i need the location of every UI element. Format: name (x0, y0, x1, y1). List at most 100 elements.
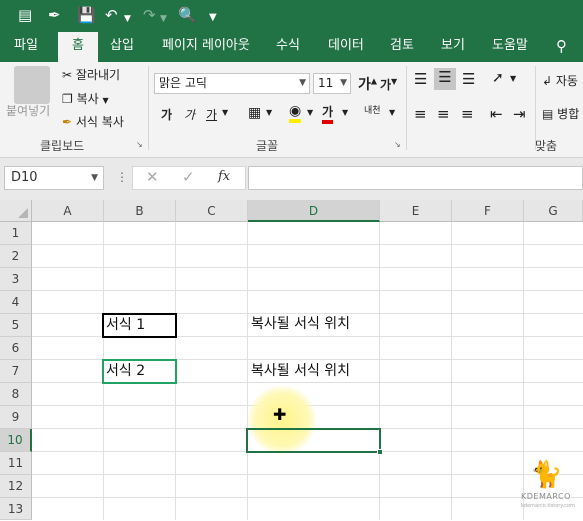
cell-b7[interactable]: 서식 2 (102, 359, 177, 384)
clipboard-group-label: 클립보드 (40, 139, 85, 153)
sheet-icon[interactable]: ▤ (18, 5, 32, 25)
print-preview-icon[interactable]: 🔍 (178, 5, 197, 25)
alignment-group-label: 맞춤 (535, 139, 558, 153)
row-header-1[interactable]: 1 (0, 222, 32, 245)
row-header-6[interactable]: 6 (0, 337, 32, 360)
select-all-corner[interactable] (0, 200, 32, 222)
grow-font-button[interactable]: 가▲ (358, 74, 377, 94)
customize-icon[interactable]: ▼ (209, 8, 217, 28)
cancel-icon[interactable]: ✕ (146, 168, 159, 186)
row-header-13[interactable]: 13 (0, 498, 32, 520)
active-cell-d10[interactable] (246, 428, 381, 453)
row-header-5[interactable]: 5 (0, 314, 32, 337)
cell-b5[interactable]: 서식 1 (102, 313, 177, 338)
redo-dropdown-icon[interactable]: ▼ (160, 9, 167, 29)
dialog-launcher-icon[interactable]: ↘ (136, 140, 143, 149)
watermark-url: kdemarco.tistory.com (521, 503, 575, 509)
formula-input[interactable] (248, 166, 583, 190)
font-size-select[interactable]: 11 ▼ (313, 73, 351, 94)
chevron-down-icon[interactable]: ▼ (222, 108, 228, 117)
underline-button[interactable]: 가 (206, 106, 217, 123)
tab-insert[interactable]: 삽입 (110, 32, 134, 62)
column-header-f[interactable]: F (452, 200, 524, 222)
increase-indent-icon[interactable]: ⇥ (513, 105, 526, 123)
column-header-a[interactable]: A (32, 200, 104, 222)
tab-data[interactable]: 데이터 (328, 32, 364, 62)
row-header-4[interactable]: 4 (0, 291, 32, 314)
copy-button[interactable]: ❐ 복사 ▼ (62, 90, 109, 107)
font-group-label: 글꼴 (256, 139, 279, 153)
insert-function-button[interactable]: fx (218, 169, 230, 184)
enter-icon[interactable]: ✓ (182, 168, 195, 186)
tab-file[interactable]: 파일 (14, 32, 38, 62)
orientation-icon[interactable]: ➚ (492, 70, 504, 86)
italic-button[interactable]: 가 (184, 106, 195, 123)
ribbon-tabs: 파일 홈 삽입 페이지 레이아웃 수식 데이터 검토 보기 도움말 ⚲ (0, 32, 583, 62)
cell-b5-text: 서식 1 (106, 317, 146, 333)
row-header-11[interactable]: 11 (0, 452, 32, 475)
merge-button[interactable]: ▤ 병합 (542, 105, 579, 122)
quick-access-toolbar: ▤ ✒ 💾 ↶ ▼ ↷ ▼ 🔍 ▼ (0, 0, 583, 32)
undo-icon[interactable]: ↶ (105, 5, 118, 25)
copy-label: 복사 (76, 92, 99, 106)
save-icon[interactable]: 💾 (77, 5, 96, 25)
row-header-2[interactable]: 2 (0, 245, 32, 268)
row-header-12[interactable]: 12 (0, 475, 32, 498)
name-box[interactable]: D10 ▼ (4, 166, 104, 190)
decrease-indent-icon[interactable]: ⇤ (490, 105, 503, 123)
row-header-3[interactable]: 3 (0, 268, 32, 291)
tab-formulas[interactable]: 수식 (276, 32, 300, 62)
worksheet-grid[interactable]: A B C D E F G 1 2 3 4 5 6 7 8 9 10 11 12… (0, 200, 583, 520)
bold-button[interactable]: 가 (161, 106, 172, 123)
tab-page-layout[interactable]: 페이지 레이아웃 (162, 32, 250, 62)
column-header-b[interactable]: B (104, 200, 176, 222)
lightbulb-icon[interactable]: ⚲ (556, 32, 567, 62)
paste-icon[interactable] (14, 66, 50, 104)
more-options-icon[interactable]: ⋮ (116, 170, 128, 184)
group-divider (406, 66, 407, 150)
redo-icon[interactable]: ↷ (143, 5, 156, 25)
align-middle-icon[interactable]: ☰ (434, 68, 456, 90)
row-header-7[interactable]: 7 (0, 360, 32, 383)
column-header-c[interactable]: C (176, 200, 248, 222)
cut-button[interactable]: ✂ 잘라내기 (62, 66, 120, 83)
chevron-down-icon[interactable]: ▼ (510, 74, 516, 83)
border-icon[interactable]: ▦ (248, 105, 261, 121)
fill-color-icon[interactable]: ◉ (289, 103, 302, 123)
gridline (32, 244, 583, 245)
align-top-icon[interactable]: ☰ (414, 70, 427, 88)
align-bottom-icon[interactable]: ☰ (462, 70, 475, 88)
paste-button[interactable]: 붙여넣기 (6, 102, 50, 119)
column-header-e[interactable]: E (380, 200, 452, 222)
shrink-font-button[interactable]: 가▼ (380, 76, 397, 93)
format-painter-button[interactable]: ✒ 서식 복사 (62, 113, 124, 130)
dialog-launcher-icon[interactable]: ↘ (394, 140, 401, 149)
format-painter-icon[interactable]: ✒ (48, 5, 61, 25)
wrap-text-button[interactable]: ↲ 자동 (542, 72, 578, 89)
tab-view[interactable]: 보기 (441, 32, 465, 62)
chevron-down-icon[interactable]: ▼ (266, 108, 272, 117)
align-right-icon[interactable]: ≡ (461, 105, 474, 123)
chevron-down-icon[interactable]: ▼ (389, 108, 395, 117)
fill-handle[interactable] (377, 449, 383, 455)
font-name-select[interactable]: 맑은 고딕 ▼ (154, 73, 310, 94)
cell-d7[interactable]: 복사될 서식 위치 (251, 360, 350, 383)
phonetic-button[interactable]: 내천 (364, 103, 381, 116)
scissors-icon: ✂ (62, 68, 73, 82)
tab-help[interactable]: 도움말 (492, 32, 528, 62)
chevron-down-icon[interactable]: ▼ (307, 108, 313, 117)
column-header-d[interactable]: D (248, 200, 380, 222)
cell-d5[interactable]: 복사될 서식 위치 (251, 313, 350, 336)
tab-home[interactable]: 홈 (58, 32, 98, 62)
chevron-down-icon[interactable]: ▼ (342, 108, 348, 117)
tab-review[interactable]: 검토 (390, 32, 414, 62)
undo-dropdown-icon[interactable]: ▼ (124, 9, 131, 29)
row-header-8[interactable]: 8 (0, 383, 32, 406)
row-header-10[interactable]: 10 (0, 429, 32, 452)
font-color-button[interactable]: 가 (322, 103, 334, 124)
align-center-icon[interactable]: ≡ (437, 105, 450, 123)
column-header-g[interactable]: G (524, 200, 583, 222)
align-left-icon[interactable]: ≡ (414, 105, 427, 123)
shrink-font-label: 가 (380, 78, 392, 92)
row-header-9[interactable]: 9 (0, 406, 32, 429)
